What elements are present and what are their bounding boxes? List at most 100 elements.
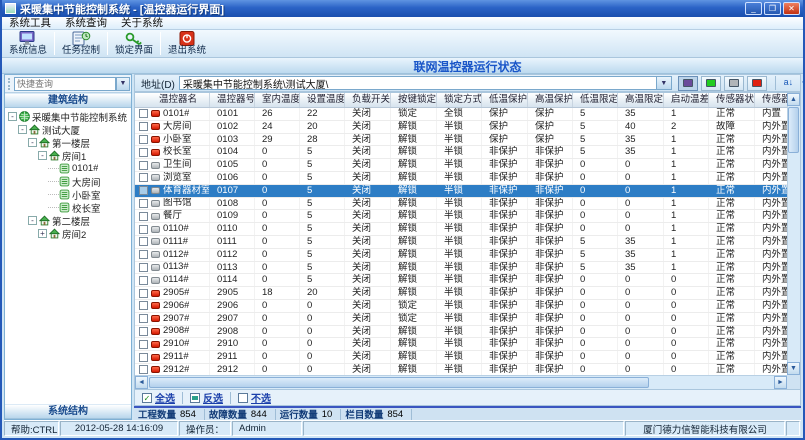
toolbar-button[interactable]: 系统信息 [4,30,52,57]
sidebar-bottom-header[interactable]: 系统结构 [5,404,131,419]
status-filter-fault-button[interactable] [747,76,767,91]
table-row[interactable]: 2907#290700关闭锁定半锁非保护非保护000正常内外置 [135,313,787,326]
tree-item[interactable]: -测试大厦 [5,123,131,136]
row-checkbox[interactable] [139,237,148,246]
row-checkbox[interactable] [139,225,148,234]
select-option[interactable]: ✓全选 [142,390,175,405]
column-header[interactable]: 传感器状态 [709,93,755,108]
vertical-scrollbar[interactable] [787,93,800,375]
tree-expander[interactable]: + [38,229,47,238]
table-row[interactable]: 小卧室01032928关闭解锁半锁保护保护5351正常内外置 [135,134,787,147]
tree-expander[interactable]: - [18,125,27,134]
column-header[interactable]: 启动温差 [664,93,709,108]
column-header[interactable]: 设置温度 [300,93,345,108]
restore-button[interactable]: ❐ [764,2,781,15]
toolbar-button[interactable]: 锁定界面 [110,30,158,57]
select-option[interactable]: 反选 [190,390,223,405]
column-header[interactable]: 室内温度 [255,93,300,108]
status-filter-running-button[interactable] [701,76,721,91]
address-dropdown-icon[interactable]: ▼ [657,76,672,90]
table-row[interactable]: 0101#01012622关闭锁定全锁保护保护5351正常内置 [135,108,787,121]
row-checkbox[interactable] [139,148,148,157]
sort-az-icon[interactable]: a↓ [781,76,796,90]
tree-expander[interactable]: - [38,151,47,160]
tree-item[interactable]: 校长室 [5,201,131,214]
scroll-left-icon[interactable]: ◄ [135,376,148,389]
table-row[interactable]: 0110#011005关闭解锁半锁非保护非保护001正常内外置 [135,223,787,236]
row-checkbox[interactable] [139,276,148,285]
minimize-button[interactable]: _ [745,2,762,15]
menu-item[interactable]: 关于系统 [114,17,170,30]
row-checkbox[interactable] [139,353,148,362]
table-row[interactable]: 2911#291100关闭解锁半锁非保护非保护000正常内外置 [135,351,787,364]
row-checkbox[interactable] [139,186,148,195]
toolbar-button[interactable]: 退出系统 [163,30,211,57]
tree-expander[interactable]: - [28,138,37,147]
scroll-up-icon[interactable]: ▲ [787,93,800,106]
toolbar-grip[interactable] [8,78,12,90]
column-header[interactable]: 按键锁定 [391,93,437,108]
toolbar-button[interactable]: 任务控制 [57,30,105,57]
menu-item[interactable]: 系统查询 [58,17,114,30]
table-row[interactable]: 0112#011205关闭解锁半锁非保护非保护5351正常内外置 [135,249,787,262]
table-row[interactable]: 大房间01022420关闭解锁半锁保护保护5402故障内外置 [135,121,787,134]
vertical-scrollbar-thumb[interactable] [788,107,799,153]
chevron-down-icon[interactable]: ▼ [116,77,130,91]
select-option[interactable]: 不选 [238,390,271,405]
table-row[interactable]: 0113#011305关闭解锁半锁非保护非保护5351正常内外置 [135,262,787,275]
column-header[interactable]: 低温限定 [573,93,618,108]
table-row[interactable]: 2910#291000关闭解锁半锁非保护非保护000正常内外置 [135,338,787,351]
table-row[interactable]: 2906#290600关闭锁定半锁非保护非保护000正常内外置 [135,300,787,313]
table-row[interactable]: 卫生间010505关闭解锁半锁非保护非保护001正常内外置 [135,159,787,172]
tree-item[interactable]: -采暖集中节能控制系统 [5,110,131,123]
row-checkbox[interactable] [139,314,148,323]
tree-expander[interactable]: - [28,216,37,225]
table-row[interactable]: 浏览室010605关闭解锁半锁非保护非保护001正常内外置 [135,172,787,185]
row-checkbox[interactable] [139,327,148,336]
status-filter-all-button[interactable] [678,76,698,91]
column-header[interactable]: 低温保护 [482,93,528,108]
table-row[interactable]: 2908#290800关闭解锁半锁非保护非保护000正常内外置 [135,326,787,339]
address-input[interactable] [179,76,657,90]
scroll-down-icon[interactable]: ▼ [787,362,800,375]
column-header[interactable]: 传感器类型 [755,93,787,108]
column-header[interactable]: 温控器名 [135,93,210,108]
column-header[interactable]: 温控器号 [210,93,255,108]
close-button[interactable]: ✕ [783,2,800,15]
multi-select-icon[interactable]: ⁘ [797,76,805,90]
table-row[interactable]: 餐厅010905关闭解锁半锁非保护非保护001正常内外置 [135,210,787,223]
table-row[interactable]: 体育器材室010705关闭解锁半锁非保护非保护001正常内外置 [135,185,787,198]
table-row[interactable]: 0114#011405关闭解锁半锁非保护非保护000正常内外置 [135,274,787,287]
tree-item[interactable]: +房间2 [5,227,131,240]
quick-query-input[interactable] [14,77,116,91]
tree-item[interactable]: -房间1 [5,149,131,162]
scroll-right-icon[interactable]: ► [774,376,787,389]
row-checkbox[interactable] [139,135,148,144]
row-checkbox[interactable] [139,263,148,272]
tree-item[interactable]: 0101# [5,162,131,175]
row-checkbox[interactable] [139,173,148,182]
row-checkbox[interactable] [139,250,148,259]
row-checkbox[interactable] [139,301,148,310]
tree-item[interactable]: -第二楼层 [5,214,131,227]
row-checkbox[interactable] [139,161,148,170]
table-row[interactable]: 校长室010405关闭解锁半锁非保护非保护5351正常内外置 [135,146,787,159]
row-checkbox[interactable] [139,212,148,221]
table-row[interactable]: 2912#291200关闭解锁半锁非保护非保护000正常内外置 [135,364,787,375]
row-checkbox[interactable] [139,289,148,298]
row-checkbox[interactable] [139,109,148,118]
row-checkbox[interactable] [139,365,148,374]
row-checkbox[interactable] [139,122,148,131]
table-row[interactable]: 图书馆010805关闭解锁半锁非保护非保护001正常内外置 [135,198,787,211]
tree-item[interactable]: 大房间 [5,175,131,188]
status-filter-offline-button[interactable] [724,76,744,91]
tree-expander[interactable]: - [8,112,17,121]
column-header[interactable]: 锁定方式 [437,93,482,108]
table-row[interactable]: 2905#29051820关闭解锁半锁非保护非保护000正常内外置 [135,287,787,300]
tree-item[interactable]: -第一楼层 [5,136,131,149]
column-header[interactable]: 高温限定 [618,93,664,108]
column-header[interactable]: 负载开关 [345,93,391,108]
tree-item[interactable]: 小卧室 [5,188,131,201]
menu-item[interactable]: 系统工具 [2,17,58,30]
table-row[interactable]: 0111#011105关闭解锁半锁非保护非保护5351正常内外置 [135,236,787,249]
